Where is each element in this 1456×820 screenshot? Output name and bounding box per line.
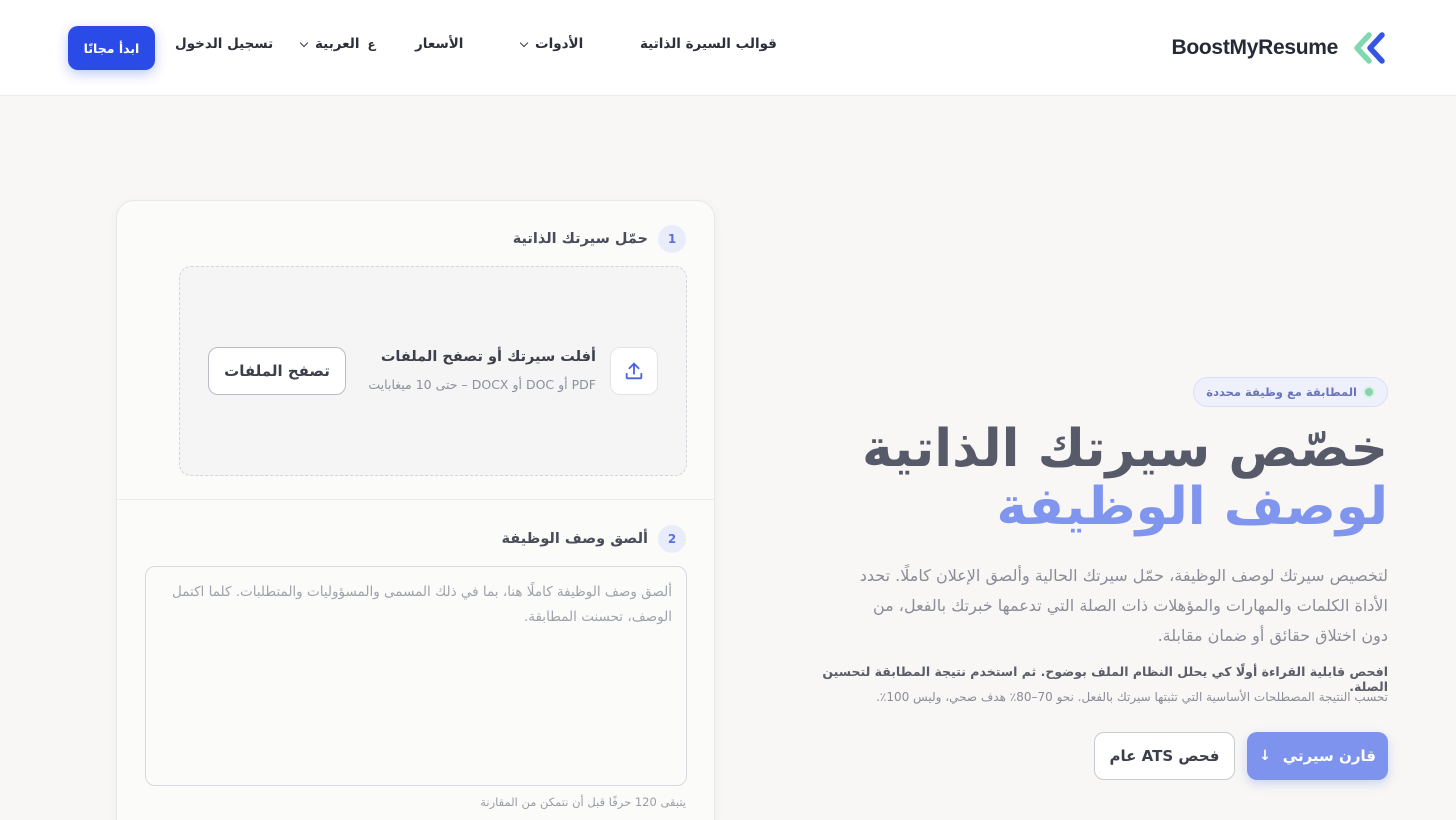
feature-badge: المطابقة مع وظيفة محددة bbox=[1193, 377, 1388, 407]
login-link[interactable]: تسجيل الدخول bbox=[175, 36, 273, 52]
status-dot-icon bbox=[1365, 388, 1373, 396]
browse-files-button[interactable]: تصفح الملفات bbox=[208, 347, 346, 395]
step-number: 2 bbox=[658, 525, 686, 553]
dropzone-subtitle: PDF أو DOC أو DOCX – حتى 10 ميغابايت bbox=[368, 377, 596, 392]
job-step-header: 2 ألصق وصف الوظيفة bbox=[502, 525, 686, 553]
top-nav: BoostMyResume قوالب السيرة الذاتية الأدو… bbox=[0, 0, 1456, 96]
language-selector[interactable]: العربية ع bbox=[299, 36, 376, 52]
step-label: ألصق وصف الوظيفة bbox=[501, 531, 648, 547]
tailor-form-card: 1 حمّل سيرتك الذاتية أفلت سيرتك أو تصفح … bbox=[116, 200, 715, 820]
upload-icon bbox=[610, 347, 658, 395]
upload-step-header: 1 حمّل سيرتك الذاتية bbox=[513, 225, 686, 253]
brand-logo[interactable]: BoostMyResume bbox=[1172, 30, 1388, 66]
hero-description: لتخصيص سيرتك لوصف الوظيفة، حمّل سيرتك ال… bbox=[859, 566, 1388, 645]
title-line-2: لوصف الوظيفة bbox=[996, 477, 1389, 537]
chevron-down-icon bbox=[299, 38, 309, 47]
brand-name: BoostMyResume bbox=[1171, 36, 1339, 59]
compare-resume-label: قارن سيرتي bbox=[1282, 747, 1376, 765]
language-label: العربية bbox=[315, 36, 360, 52]
start-free-button[interactable]: ابدأ مجانًا bbox=[68, 26, 155, 70]
title-line-1: خصّص سيرتك الذاتية bbox=[861, 419, 1389, 479]
hero-note: تحسب النتيجة المصطلحات الأساسية التي تثب… bbox=[876, 690, 1388, 704]
character-counter: يتبقى 120 حرفًا قبل أن نتمكن من المقارنة bbox=[480, 795, 686, 809]
section-divider bbox=[117, 499, 714, 500]
compare-resume-button[interactable]: قارن سيرتي ↓ bbox=[1247, 732, 1388, 780]
job-description-input[interactable] bbox=[145, 566, 687, 786]
page-title: خصّص سيرتك الذاتية لوصف الوظيفة bbox=[768, 419, 1389, 537]
nav-item-label: الأسعار bbox=[415, 36, 464, 52]
step-label: حمّل سيرتك الذاتية bbox=[512, 231, 648, 247]
nav-item-tools[interactable]: الأدوات bbox=[519, 36, 584, 52]
arrow-down-icon: ↓ bbox=[1259, 748, 1271, 764]
nav-item-label: الأدوات bbox=[535, 36, 584, 52]
nav-item-pricing[interactable]: الأسعار bbox=[415, 36, 463, 52]
nav-item-label: قوالب السيرة الذاتية bbox=[640, 36, 777, 52]
badge-label: المطابقة مع وظيفة محددة bbox=[1206, 385, 1357, 399]
dropzone-title: أفلت سيرتك أو تصفح الملفات bbox=[380, 349, 596, 365]
language-glyph-icon: ع bbox=[367, 37, 376, 51]
resume-dropzone[interactable]: أفلت سيرتك أو تصفح الملفات PDF أو DOC أو… bbox=[179, 266, 687, 476]
login-label: تسجيل الدخول bbox=[175, 36, 274, 52]
chevron-down-icon bbox=[519, 38, 529, 47]
brand-chevrons-icon bbox=[1354, 32, 1385, 64]
general-ats-check-button[interactable]: فحص ATS عام bbox=[1094, 732, 1235, 780]
step-number: 1 bbox=[658, 225, 686, 253]
nav-item-resume-templates[interactable]: قوالب السيرة الذاتية bbox=[640, 36, 777, 52]
